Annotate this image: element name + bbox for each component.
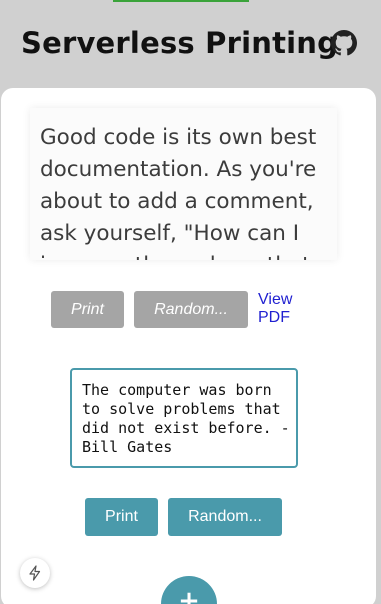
random-button[interactable]: Random... [168, 498, 282, 536]
random-button-disabled[interactable]: Random... [134, 291, 248, 328]
quote-text: Good code is its own best documentation.… [40, 125, 317, 260]
print-button[interactable]: Print [85, 498, 158, 536]
view-pdf-link[interactable]: View PDF [258, 291, 308, 327]
page-title: Serverless Printing [21, 26, 339, 60]
print-button-disabled[interactable]: Print [51, 291, 124, 328]
app-header: Serverless Printing [0, 0, 381, 92]
bolt-icon[interactable] [20, 558, 50, 588]
quote-textarea-value: The computer was born to solve problems … [82, 381, 290, 456]
bolt-icon-svg [29, 565, 41, 581]
quote-display: Good code is its own best documentation.… [30, 108, 337, 260]
github-icon[interactable] [331, 30, 357, 56]
github-icon-svg [331, 30, 357, 56]
quote-textarea[interactable]: The computer was born to solve problems … [70, 368, 298, 468]
